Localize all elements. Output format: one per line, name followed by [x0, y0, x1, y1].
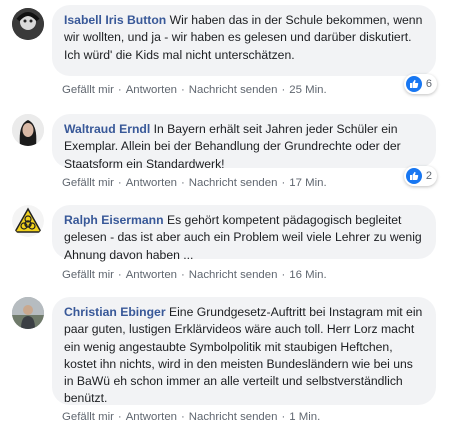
- avatar[interactable]: [12, 114, 44, 146]
- separator-dot: ·: [181, 84, 185, 96]
- timestamp[interactable]: 16 Min.: [289, 269, 326, 281]
- send-message-link[interactable]: Nachricht senden: [189, 84, 278, 96]
- separator-dot: ·: [181, 177, 185, 189]
- comment-actions: Gefällt mir · Antworten · Nachricht senden · 1…: [62, 411, 320, 423]
- comment-text: Eine Grundgesetz-Auftritt bei Instagram …: [64, 305, 423, 406]
- like-thumb-icon: [405, 76, 422, 92]
- comment-bubble: Ralph Eisermann Es gehört kompetent päda…: [52, 205, 436, 262]
- avatar-icon: [12, 114, 44, 146]
- like-link[interactable]: Gefällt mir: [62, 269, 114, 281]
- biohazard-avatar-icon: [12, 205, 44, 237]
- timestamp[interactable]: 17 Min.: [289, 177, 326, 189]
- separator-dot: ·: [181, 411, 185, 423]
- avatar[interactable]: [12, 297, 44, 329]
- send-message-link[interactable]: Nachricht senden: [189, 411, 278, 423]
- separator-dot: ·: [281, 177, 286, 189]
- send-message-link[interactable]: Nachricht senden: [189, 269, 278, 281]
- separator-dot: ·: [281, 269, 286, 281]
- comment-bubble: Waltraud Erndl In Bayern erhält seit Jah…: [52, 114, 436, 171]
- comment-author[interactable]: Isabell Iris Button: [64, 13, 166, 27]
- comment-author[interactable]: Waltraud Erndl: [64, 122, 150, 136]
- comment-author[interactable]: Ralph Eisermann: [64, 213, 164, 227]
- comment-bubble: Isabell Iris Button Wir haben das in der…: [52, 5, 436, 76]
- separator-dot: ·: [281, 84, 286, 96]
- timestamp[interactable]: 1 Min.: [289, 411, 320, 423]
- separator-dot: ·: [117, 411, 122, 423]
- separator-dot: ·: [181, 269, 185, 281]
- separator-dot: ·: [117, 269, 122, 281]
- timestamp[interactable]: 25 Min.: [289, 84, 326, 96]
- comment-author[interactable]: Christian Ebinger: [64, 305, 166, 319]
- like-link[interactable]: Gefällt mir: [62, 84, 114, 96]
- reaction-count: 6: [425, 78, 432, 90]
- avatar-icon: [12, 8, 44, 40]
- comment-actions: Gefällt mir · Antworten · Nachricht senden · 2…: [62, 84, 327, 96]
- reply-link[interactable]: Antworten: [126, 84, 177, 96]
- avatar[interactable]: [12, 205, 44, 237]
- send-message-link[interactable]: Nachricht senden: [189, 177, 278, 189]
- reply-link[interactable]: Antworten: [126, 177, 177, 189]
- separator-dot: ·: [281, 411, 286, 423]
- comment-bubble: Christian Ebinger Eine Grundgesetz-Auftr…: [52, 297, 436, 405]
- comment-actions: Gefällt mir · Antworten · Nachricht senden · 1…: [62, 269, 327, 281]
- comment-actions: Gefällt mir · Antworten · Nachricht senden · 1…: [62, 177, 327, 189]
- avatar[interactable]: [12, 8, 44, 40]
- reaction-count: 2: [425, 170, 432, 182]
- like-link[interactable]: Gefällt mir: [62, 177, 114, 189]
- reply-link[interactable]: Antworten: [126, 411, 177, 423]
- reaction-count-badge[interactable]: 6: [403, 74, 437, 94]
- reply-link[interactable]: Antworten: [126, 269, 177, 281]
- separator-dot: ·: [117, 84, 122, 96]
- like-link[interactable]: Gefällt mir: [62, 411, 114, 423]
- reaction-count-badge[interactable]: 2: [403, 166, 437, 186]
- separator-dot: ·: [117, 177, 122, 189]
- like-thumb-icon: [405, 168, 422, 184]
- avatar-icon: [12, 297, 44, 329]
